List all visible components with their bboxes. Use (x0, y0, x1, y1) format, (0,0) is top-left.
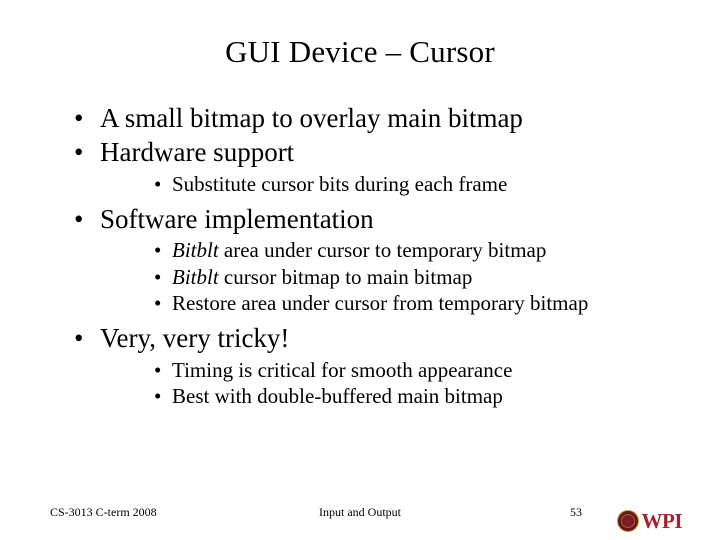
sub-bullet-item: Best with double-buffered main bitmap (154, 383, 670, 409)
sub-bullet-text: area under cursor to temporary bitmap (219, 238, 547, 262)
bullet-list: A small bitmap to overlay main bitmap Ha… (50, 102, 670, 409)
wpi-logo-text: WPI (642, 511, 683, 532)
bullet-text: Very, very tricky! (100, 323, 289, 353)
bullet-text: Hardware support (100, 137, 294, 167)
sub-bullet-item: Timing is critical for smooth appearance (154, 357, 670, 383)
italic-term: Bitblt (172, 265, 219, 289)
wpi-logo: WPI (617, 510, 683, 532)
sub-bullet-item: Substitute cursor bits during each frame (154, 171, 670, 197)
sub-bullet-text: Timing is critical for smooth appearance (172, 358, 512, 382)
sub-bullet-text: Best with double-buffered main bitmap (172, 384, 503, 408)
sub-bullet-list: Timing is critical for smooth appearance… (100, 357, 670, 410)
sub-bullet-list: Bitblt area under cursor to temporary bi… (100, 237, 670, 316)
wpi-seal-icon (617, 510, 639, 532)
bullet-text: A small bitmap to overlay main bitmap (100, 103, 523, 133)
sub-bullet-text: cursor bitmap to main bitmap (219, 265, 473, 289)
slide: GUI Device – Cursor A small bitmap to ov… (0, 0, 720, 540)
italic-term: Bitblt (172, 238, 219, 262)
slide-title: GUI Device – Cursor (50, 34, 670, 70)
footer-course: CS-3013 C-term 2008 (50, 505, 157, 520)
footer-topic: Input and Output (319, 505, 401, 520)
bullet-text: Software implementation (100, 204, 374, 234)
bullet-item: Software implementation Bitblt area unde… (74, 203, 670, 316)
sub-bullet-list: Substitute cursor bits during each frame (100, 171, 670, 197)
sub-bullet-text: Restore area under cursor from temporary… (172, 291, 588, 315)
bullet-item: Very, very tricky! Timing is critical fo… (74, 322, 670, 409)
footer: CS-3013 C-term 2008 Input and Output 53 (0, 498, 720, 526)
bullet-item: A small bitmap to overlay main bitmap (74, 102, 670, 134)
sub-bullet-item: Restore area under cursor from temporary… (154, 290, 670, 316)
sub-bullet-item: Bitblt area under cursor to temporary bi… (154, 237, 670, 263)
footer-page-number: 53 (570, 505, 582, 520)
sub-bullet-text: Substitute cursor bits during each frame (172, 172, 507, 196)
sub-bullet-item: Bitblt cursor bitmap to main bitmap (154, 264, 670, 290)
bullet-item: Hardware support Substitute cursor bits … (74, 136, 670, 197)
